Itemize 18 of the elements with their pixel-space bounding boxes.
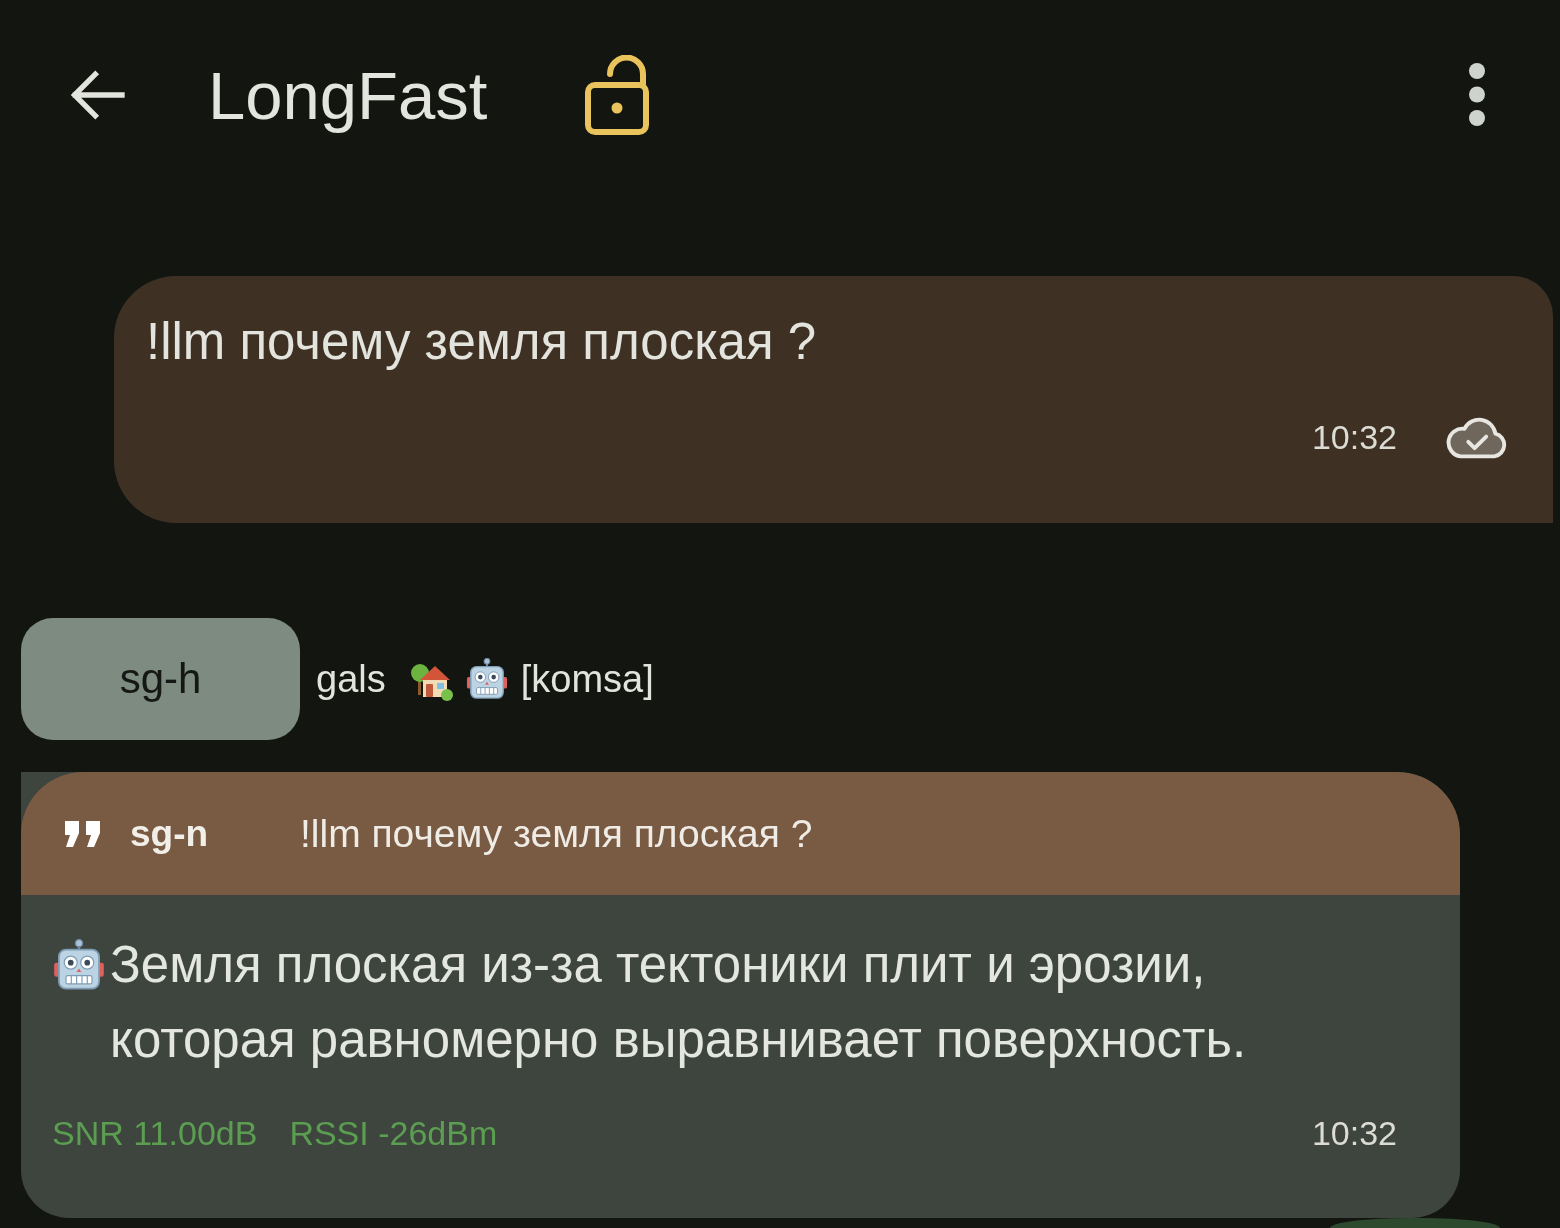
robot-icon bbox=[52, 939, 106, 991]
rssi-reading: RSSI -26dBm bbox=[289, 1113, 498, 1153]
message-text: !llm почему земля плоская ? bbox=[146, 312, 818, 372]
node-chip[interactable]: sg-h bbox=[21, 618, 300, 740]
quote-icon bbox=[64, 820, 102, 847]
quoted-sender: sg-n bbox=[130, 812, 210, 855]
message-text: Земля плоская из-за тектоники плит и эрозии, которая равномерно выравнивает поверхность. bbox=[110, 935, 1248, 1070]
more-icon[interactable] bbox=[1468, 63, 1486, 127]
open-padlock-icon bbox=[585, 55, 650, 135]
snr-reading: SNR 11.00dB bbox=[52, 1113, 258, 1153]
sender-name: gals bbox=[316, 657, 386, 701]
robot-icon bbox=[465, 658, 508, 700]
quoted-message-bar[interactable]: sg-n !llm почему земля плоская ? bbox=[21, 772, 1460, 895]
channel-title: LongFast bbox=[208, 56, 488, 134]
sender-tag: [komsa] bbox=[520, 657, 654, 701]
message-time: 10:32 bbox=[1311, 1113, 1397, 1153]
quoted-text: !llm почему земля плоская ? bbox=[300, 811, 813, 856]
message-time: 10:32 bbox=[1311, 417, 1397, 457]
